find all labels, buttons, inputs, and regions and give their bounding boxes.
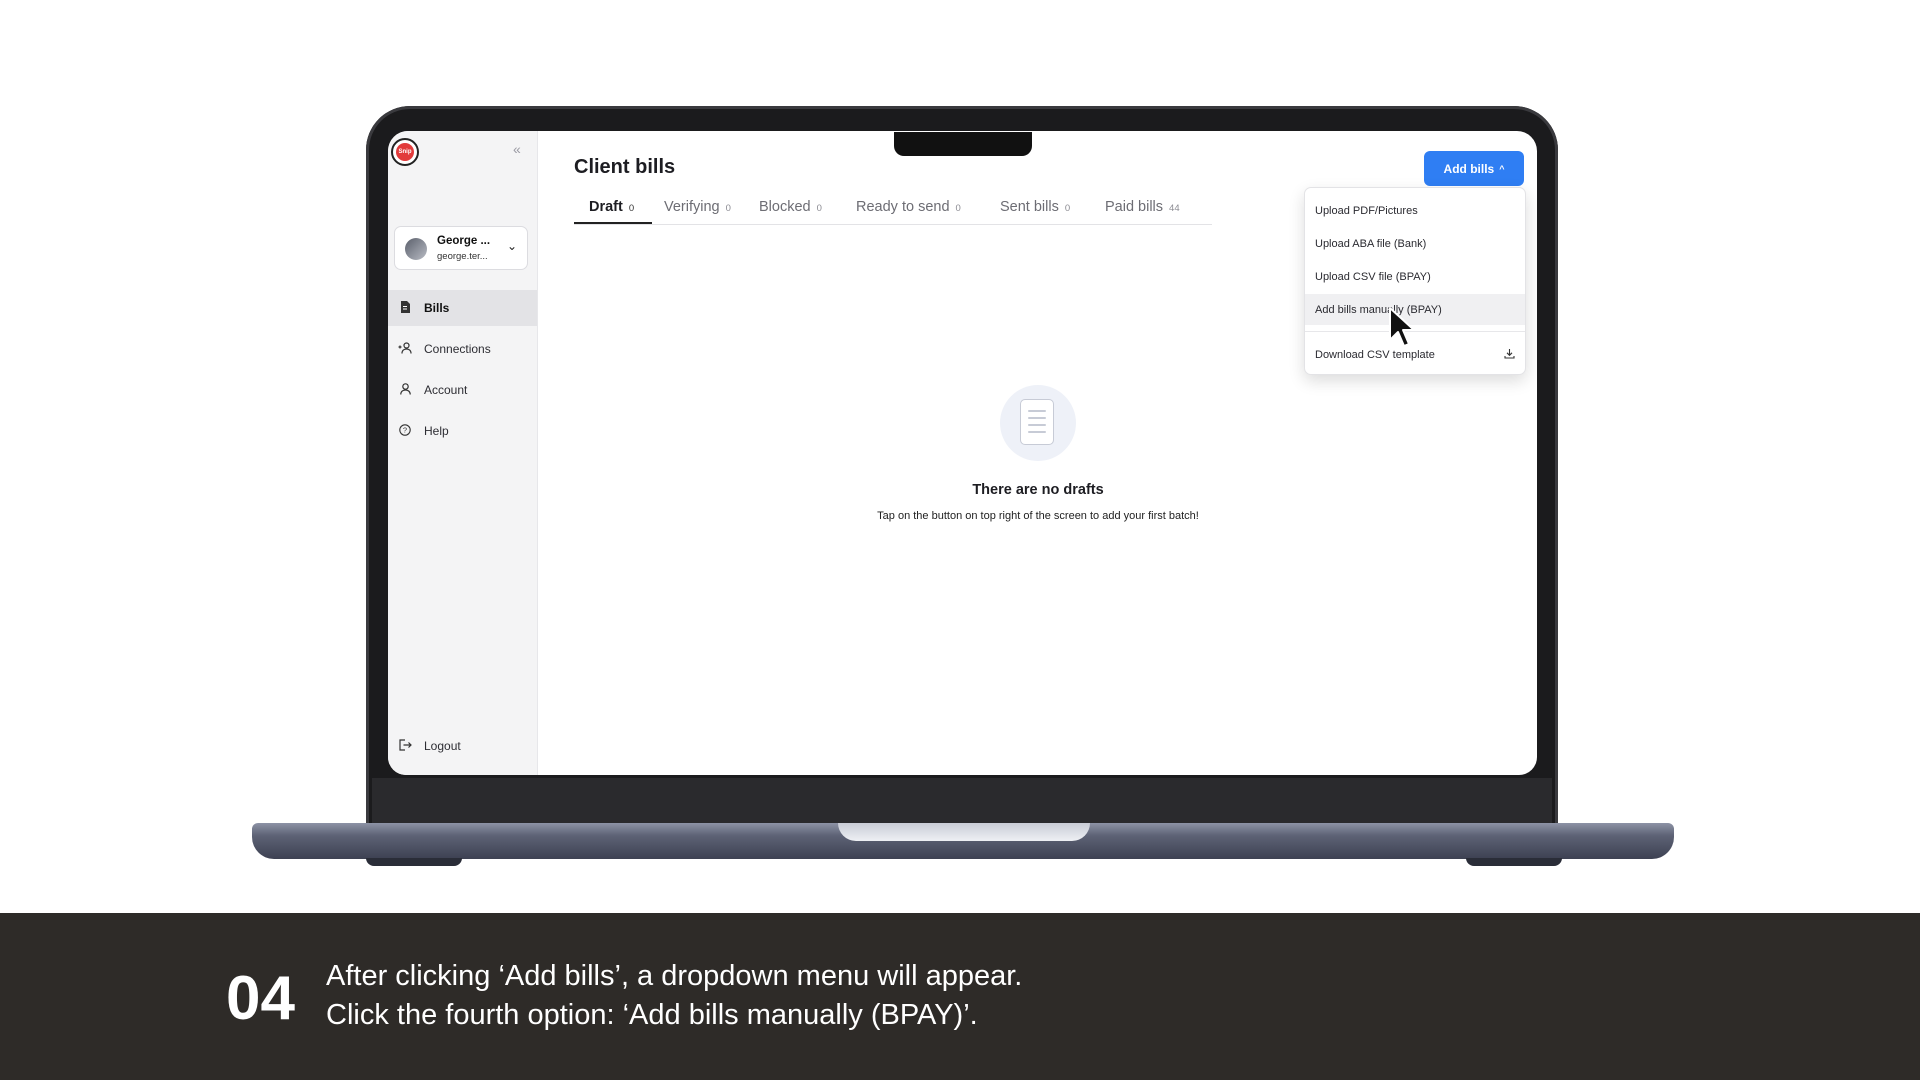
active-tab-indicator <box>574 222 652 224</box>
tab-blocked[interactable]: Blocked 0 <box>759 199 822 215</box>
tab-label: Ready to send <box>856 199 950 215</box>
download-template-label: Download CSV template <box>1315 348 1435 361</box>
sidebar-item-label: Bills <box>424 301 450 315</box>
sidebar: Snip « George ... george.ter... ⌄ Bills … <box>388 131 538 775</box>
help-circle-icon: ? <box>397 423 413 439</box>
sidebar-item-connections[interactable]: Connections <box>388 331 537 367</box>
tab-label: Blocked <box>759 199 811 215</box>
tab-count: 0 <box>725 203 731 214</box>
instruction-caption: 04 After clicking ‘Add bills’, a dropdow… <box>0 913 1920 1080</box>
menu-item-upload-pdf[interactable]: Upload PDF/Pictures <box>1305 195 1525 226</box>
tab-paid-bills[interactable]: Paid bills 44 <box>1105 199 1180 215</box>
empty-state-subtitle: Tap on the button on top right of the sc… <box>877 510 1199 522</box>
empty-state-illustration <box>1000 385 1076 461</box>
user-icon <box>397 382 413 398</box>
tab-count: 0 <box>1064 203 1071 214</box>
tab-count: 0 <box>816 203 822 214</box>
tab-label: Sent bills <box>1000 199 1059 215</box>
add-bills-button[interactable]: Add bills ^ <box>1424 151 1524 186</box>
app-screen: Snip « George ... george.ter... ⌄ Bills … <box>388 131 1537 775</box>
tab-count: 0 <box>955 203 961 214</box>
empty-state-title: There are no drafts <box>972 482 1104 498</box>
logo-mark: Snip <box>396 143 414 161</box>
document-list-icon <box>1020 399 1054 445</box>
tab-count: 0 <box>628 203 635 214</box>
avatar <box>405 238 427 260</box>
tab-label: Paid bills <box>1105 199 1164 215</box>
tab-label: Draft <box>589 199 623 215</box>
account-switcher[interactable]: George ... george.ter... ⌄ <box>394 226 528 270</box>
step-number: 04 <box>226 964 295 1033</box>
download-icon <box>1504 348 1515 362</box>
chevron-up-icon: ^ <box>1499 163 1505 174</box>
menu-item-upload-csv[interactable]: Upload CSV file (BPAY) <box>1305 261 1525 292</box>
tab-label: Verifying <box>664 199 720 215</box>
collapse-sidebar-icon[interactable]: « <box>513 141 521 157</box>
menu-item-upload-aba[interactable]: Upload ABA file (Bank) <box>1305 228 1525 259</box>
step-instructions: After clicking ‘Add bills’, a dropdown m… <box>326 957 1022 1035</box>
sidebar-item-label: Help <box>424 424 449 438</box>
document-icon <box>397 300 413 316</box>
instruction-line-1: After clicking ‘Add bills’, a dropdown m… <box>326 960 1023 992</box>
sidebar-item-bills[interactable]: Bills <box>388 290 537 326</box>
laptop-base-lip <box>838 823 1090 841</box>
add-bills-label: Add bills <box>1443 161 1495 176</box>
logout-label: Logout <box>424 739 461 753</box>
tab-count: 44 <box>1169 203 1180 214</box>
user-name: George ... <box>437 235 491 247</box>
logout-button[interactable]: Logout <box>388 728 537 764</box>
user-plus-icon <box>397 341 413 357</box>
sidebar-item-label: Account <box>424 383 468 397</box>
page-title: Client bills <box>574 156 676 178</box>
tab-sent-bills[interactable]: Sent bills 0 <box>1000 199 1070 215</box>
logout-icon <box>397 738 413 754</box>
laptop-foot-left <box>366 858 462 866</box>
svg-text:?: ? <box>403 425 407 434</box>
tab-verifying[interactable]: Verifying 0 <box>664 199 731 215</box>
tab-draft[interactable]: Draft 0 <box>589 199 634 215</box>
sidebar-item-help[interactable]: ? Help <box>388 413 537 449</box>
mouse-pointer-icon <box>1388 306 1416 353</box>
camera-notch <box>894 132 1032 156</box>
sidebar-item-account[interactable]: Account <box>388 372 537 408</box>
user-email: george.ter... <box>437 251 488 262</box>
bill-status-tabs: Draft 0 Verifying 0 Blocked 0 Ready to send… <box>574 189 1212 225</box>
sidebar-item-label: Connections <box>424 342 491 356</box>
instruction-line-2: Click the fourth option: ‘Add bills manu… <box>326 999 978 1031</box>
app-logo[interactable]: Snip <box>391 138 419 166</box>
laptop-foot-right <box>1466 858 1562 866</box>
tab-ready-to-send[interactable]: Ready to send 0 <box>856 199 961 215</box>
laptop-chin <box>372 778 1552 824</box>
chevron-down-icon: ⌄ <box>507 239 518 253</box>
